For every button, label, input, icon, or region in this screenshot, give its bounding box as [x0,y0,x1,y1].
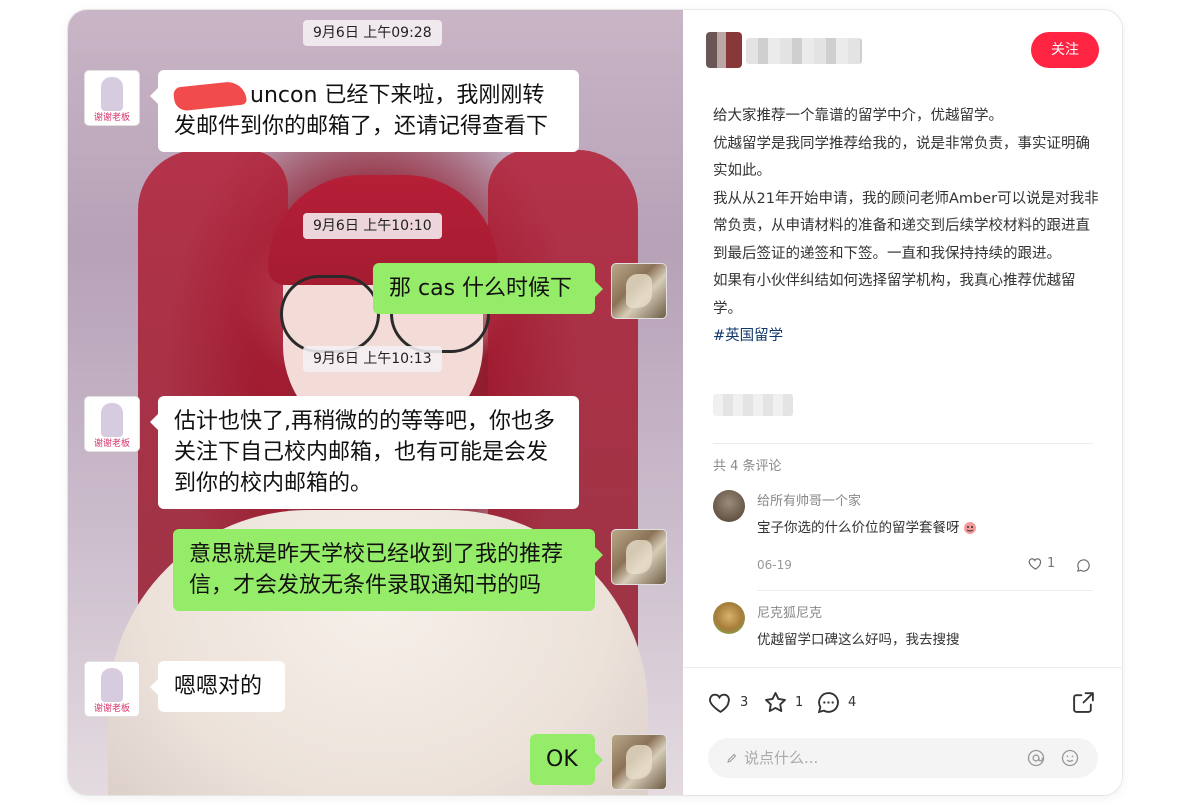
comment-like-button[interactable]: 1 [1028,556,1055,571]
author-avatar[interactable] [706,32,742,68]
teacher-avatar: 谢谢老板 [84,396,140,452]
chat-bubble-received: 嗯嗯对的 [150,661,285,712]
post-paragraph: 给大家推荐一个靠谱的留学中介，优越留学。 [713,108,1003,124]
comment-text: 宝子你选的什么价位的留学套餐呀 [757,516,978,536]
redaction-mark [172,80,248,112]
chat-timestamp: 9月6日 上午10:13 [303,346,442,372]
heart-icon [709,693,730,713]
chat-bubble-received: uncon 已经下来啦，我刚刚转发邮件到你的邮箱了，还请记得查看下 [150,70,579,152]
follow-button[interactable]: 关注 [1031,32,1099,68]
share-button[interactable] [1071,690,1096,719]
post-paragraph: 如果有小伙伴纠结如何选择留学机构，我真心推荐优越留学。 [713,273,1076,317]
teacher-avatar-label: 谢谢老板 [93,439,130,449]
commenter-avatar[interactable] [713,602,745,634]
my-avatar [611,529,667,585]
post-paragraph: 我从从21年开始申请，我的顾问老师Amber可以说是对我非常负责，从申请材料的准… [713,190,1099,262]
at-icon[interactable] [1026,748,1046,768]
collect-count: 1 [795,695,804,710]
share-icon [1073,692,1094,713]
engagement-bar: 3 1 4 [683,667,1122,795]
background-glasses-left [280,275,380,353]
post-card: 9月6日 上午09:28 谢谢老板 uncon 已经下来啦，我刚刚转发邮件到你的… [67,9,1123,796]
commenter-avatar[interactable] [713,490,745,522]
comment-date: 06-19 [757,558,792,572]
commenter-name[interactable]: 给所有帅哥一个家 [757,490,861,509]
post-panel: 关注 给大家推荐一个靠谱的留学中介，优越留学。 优越留学是我同学推荐给我的，说是… [683,10,1122,795]
comment-input-box[interactable] [708,738,1098,778]
comment-button[interactable]: 4 [816,690,856,715]
chat-bubble-sent: 那 cas 什么时候下 [373,263,603,314]
post-image[interactable]: 9月6日 上午09:28 谢谢老板 uncon 已经下来啦，我刚刚转发邮件到你的… [68,10,683,795]
teacher-avatar-label: 谢谢老板 [93,113,130,123]
comment-input[interactable] [744,749,1024,767]
comment-item: 给所有帅哥一个家 宝子你选的什么价位的留学套餐呀 06-19 1 [683,480,1122,592]
like-button[interactable]: 3 [708,690,748,715]
comment-like-count: 1 [1047,556,1056,571]
comment-count: 共 4 条评论 [713,459,782,474]
reply-icon [1077,559,1090,572]
my-avatar [611,263,667,319]
emoji-sticker-icon [963,522,976,534]
hashtag-link[interactable]: #英国留学 [713,328,783,344]
chat-bubble-sent: 意思就是昨天学校已经收到了我的推荐信，才会发放无条件录取通知书的吗 [173,529,603,611]
chat-timestamp: 9月6日 上午10:10 [303,213,442,239]
like-count: 3 [740,695,749,710]
chat-timestamp: 9月6日 上午09:28 [303,20,442,46]
author-name-blurred[interactable] [746,38,862,64]
post-date-blurred [713,394,793,416]
divider [713,443,1093,444]
star-icon [765,691,786,712]
divider [757,590,1093,591]
collect-button[interactable]: 1 [763,690,803,715]
chat-bubble-received: 估计也快了,再稍微的的等等吧，你也多关注下自己校内邮箱，也有可能是会发到你的校内… [150,396,579,509]
comment-reply-button[interactable] [1076,558,1091,577]
teacher-avatar: 谢谢老板 [84,70,140,126]
heart-icon [1028,558,1042,570]
comment-item: 尼克狐尼克 优越留学口碑这么好吗，我去搜搜 2022-12-22 [683,592,1122,667]
comment-total: 4 [848,695,857,710]
commenter-name[interactable]: 尼克狐尼克 [757,602,822,621]
comment-text: 优越留学口碑这么好吗，我去搜搜 [757,632,960,648]
my-avatar [611,734,667,790]
post-content: 给大家推荐一个靠谱的留学中介，优越留学。 优越留学是我同学推荐给我的，说是非常负… [713,103,1101,351]
post-paragraph: 优越留学是我同学推荐给我的，说是非常负责，事实证明确实如此。 [713,135,1090,180]
pen-icon [727,753,737,763]
comment-icon [817,692,839,714]
teacher-avatar-label: 谢谢老板 [93,704,130,714]
comment-text-content: 宝子你选的什么价位的留学套餐呀 [757,520,960,536]
emoji-icon[interactable] [1060,748,1080,768]
teacher-avatar: 谢谢老板 [84,661,140,717]
chat-bubble-sent: OK [530,734,603,785]
comment-list[interactable]: 给所有帅哥一个家 宝子你选的什么价位的留学套餐呀 06-19 1 尼克狐尼克 优… [683,480,1122,667]
